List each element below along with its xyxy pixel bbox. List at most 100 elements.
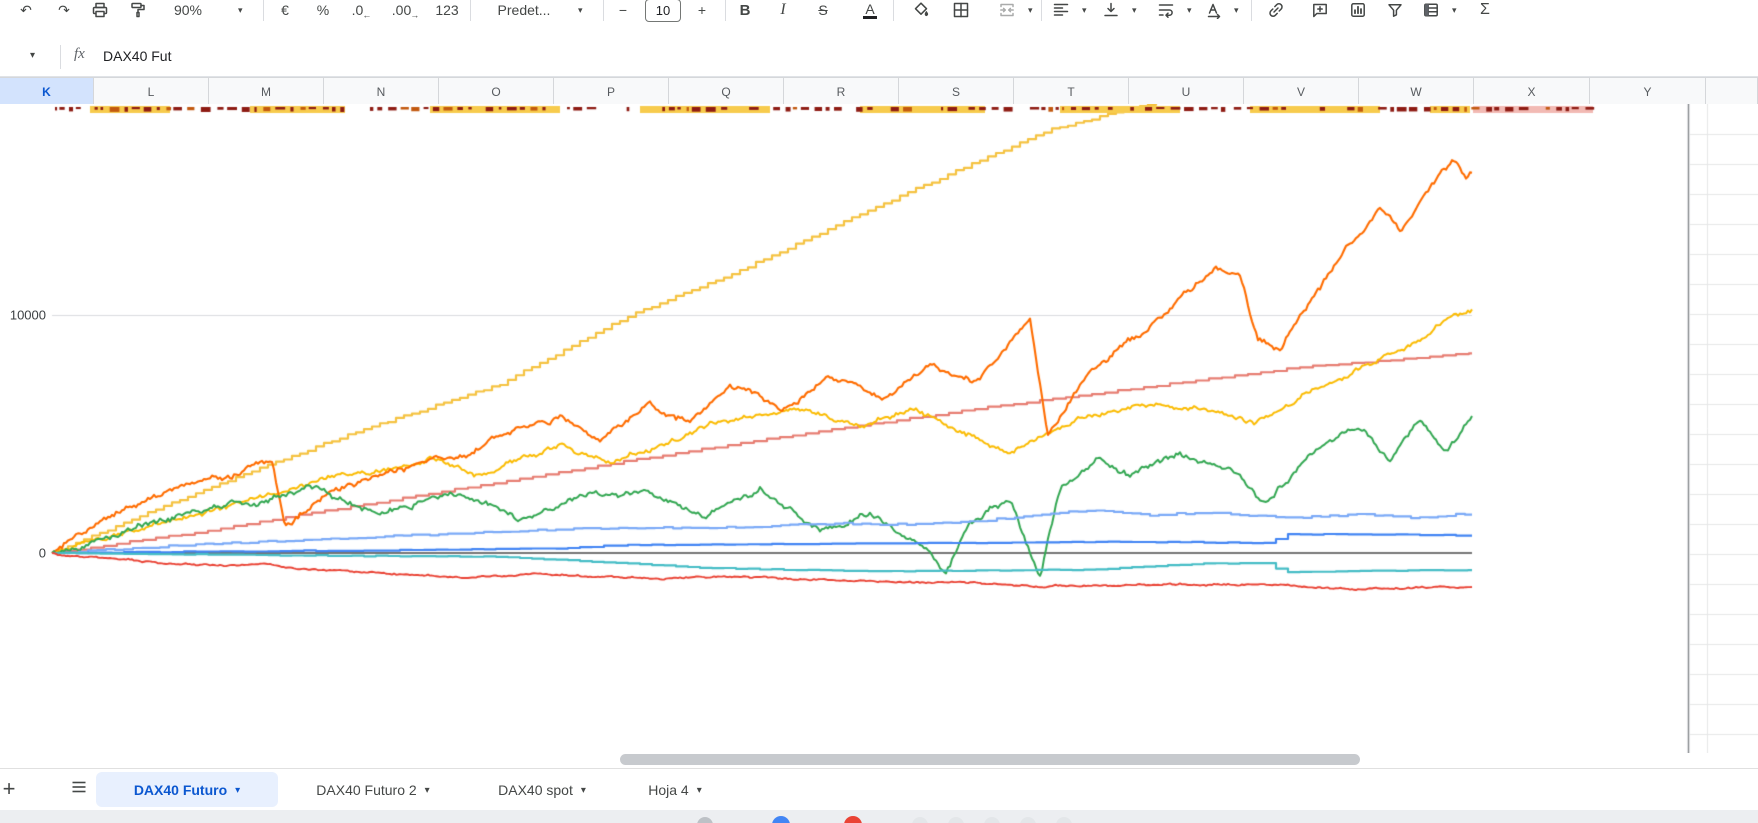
format-percent-label: % <box>316 2 330 18</box>
toolbar-divider <box>893 0 894 21</box>
dock-dot-6 <box>1020 817 1036 823</box>
merge-cells-dropdown-icon[interactable]: ▾ <box>1028 5 1033 16</box>
format-currency-button[interactable]: € <box>271 0 299 24</box>
fx-icon: fx <box>74 46 85 62</box>
add-sheet-button[interactable]: + <box>0 776 22 802</box>
all-sheets-menu-button[interactable] <box>64 776 94 802</box>
insert-chart-icon[interactable] <box>1344 0 1372 24</box>
hamburger-icon <box>70 778 88 801</box>
text-rotation-dropdown-icon[interactable]: ▾ <box>1234 5 1239 16</box>
insert-comment-icon[interactable] <box>1306 0 1334 24</box>
font-size-value[interactable]: 10 <box>645 0 681 22</box>
sheet-tab-label: Hoja 4 <box>648 781 689 798</box>
column-header-W[interactable]: W <box>1359 78 1474 105</box>
paint-format-icon[interactable] <box>124 0 152 24</box>
text-wrapping-icon[interactable] <box>1152 0 1180 24</box>
column-header-Q[interactable]: Q <box>669 78 784 105</box>
more-formats-label: 123 <box>435 2 459 18</box>
column-header-M[interactable]: M <box>209 78 324 105</box>
table-views-icon[interactable] <box>1417 0 1445 24</box>
redo-button[interactable]: ↷ <box>50 0 78 24</box>
increase-font-size-label: + <box>697 2 707 18</box>
redo-label: ↷ <box>58 1 70 18</box>
borders-icon[interactable] <box>947 0 975 24</box>
decrease-decimals-arrow: ← <box>362 10 372 20</box>
column-header-V[interactable]: V <box>1244 78 1359 105</box>
dock-dot-4 <box>948 817 964 823</box>
increase-font-size-button[interactable]: + <box>688 0 716 24</box>
sheet-tab-dax40-spot[interactable]: DAX40 spot ▾ <box>472 772 612 807</box>
horizontal-align-dropdown-icon[interactable]: ▾ <box>1082 5 1087 16</box>
print-icon[interactable] <box>86 0 114 24</box>
functions-button[interactable]: Σ <box>1471 0 1499 24</box>
italic-button[interactable]: I <box>769 0 797 24</box>
undo-button[interactable]: ↶ <box>12 0 40 24</box>
format-currency-label: € <box>281 2 289 18</box>
strikethrough-button[interactable]: S <box>809 0 837 24</box>
insert-link-icon[interactable] <box>1262 0 1290 24</box>
more-formats-button[interactable]: 123 <box>430 0 465 24</box>
column-header-U[interactable]: U <box>1129 78 1244 105</box>
sheet-tab-label: DAX40 Futuro <box>133 781 228 798</box>
sheet-tab-dax40-futuro-2[interactable]: DAX40 Futuro 2 ▾ <box>288 772 458 807</box>
formula-bar: ▾ fx DAX40 Fut <box>0 38 1758 77</box>
embedded-chart[interactable]: 10000 0 <box>0 104 1758 753</box>
horizontal-align-icon[interactable] <box>1047 0 1075 24</box>
bold-label: B <box>739 1 751 19</box>
strikethrough-label: S <box>818 2 828 18</box>
column-header-Y[interactable]: Y <box>1590 78 1706 105</box>
toolbar-divider <box>470 0 471 21</box>
column-header-L[interactable]: L <box>94 78 209 105</box>
font-select-button[interactable]: Predet... <box>480 0 569 24</box>
text-color-label: A <box>863 0 877 19</box>
chart-canvas <box>0 104 1758 753</box>
column-header-K[interactable]: K <box>0 78 94 105</box>
bold-button[interactable]: B <box>731 0 759 24</box>
table-views-dropdown-icon[interactable]: ▾ <box>1452 5 1457 16</box>
font-select-dropdown-icon[interactable]: ▾ <box>578 5 583 16</box>
sheet-tab-dropdown-icon[interactable]: ▾ <box>235 785 240 796</box>
format-percent-button[interactable]: % <box>309 0 337 24</box>
column-header-R[interactable]: R <box>784 78 899 105</box>
create-filter-icon[interactable] <box>1381 0 1409 24</box>
sheet-tab-dax40-futuro[interactable]: DAX40 Futuro ▾ <box>96 772 278 807</box>
toolbar: ↶ ↷ 90% ▾ €% .0 ← .00 → 123 Predet... ▾ − 10 + B I S A ▾ ▾ ▾ ▾… <box>0 0 1758 39</box>
text-rotation-icon[interactable] <box>1200 0 1228 24</box>
horizontal-scrollbar-thumb[interactable] <box>620 754 1360 765</box>
text-wrapping-dropdown-icon[interactable]: ▾ <box>1187 5 1192 16</box>
zoom-select-dropdown-icon[interactable]: ▾ <box>238 5 243 16</box>
increase-decimals-label: .00 <box>391 2 412 18</box>
toolbar-divider <box>1251 0 1252 21</box>
undo-label: ↶ <box>20 1 32 18</box>
vertical-align-icon[interactable] <box>1097 0 1125 24</box>
increase-decimals-button[interactable]: .00 → <box>389 0 424 24</box>
dock-dot-3 <box>912 817 928 823</box>
sheet-tab-dropdown-icon[interactable]: ▾ <box>425 785 430 796</box>
decrease-decimals-button[interactable]: .0 ← <box>348 0 376 24</box>
dock-dot-0 <box>697 817 713 823</box>
column-header-partial[interactable] <box>1706 78 1758 105</box>
column-header-N[interactable]: N <box>324 78 439 105</box>
sheet-tab-dropdown-icon[interactable]: ▾ <box>697 785 702 796</box>
decrease-font-size-label: − <box>618 2 628 18</box>
column-header-O[interactable]: O <box>439 78 554 105</box>
column-header-P[interactable]: P <box>554 78 669 105</box>
font-size-button[interactable]: 10 <box>645 0 681 24</box>
merge-cells-icon <box>993 0 1021 24</box>
formula-input[interactable]: DAX40 Fut <box>103 48 171 64</box>
column-header-T[interactable]: T <box>1014 78 1129 105</box>
toolbar-divider <box>725 0 726 21</box>
text-color-button[interactable]: A <box>856 0 884 24</box>
decrease-font-size-button[interactable]: − <box>609 0 637 24</box>
column-header-S[interactable]: S <box>899 78 1014 105</box>
increase-decimals-arrow: → <box>410 10 420 20</box>
fill-color-icon[interactable] <box>907 0 935 24</box>
vertical-align-dropdown-icon[interactable]: ▾ <box>1132 5 1137 16</box>
name-box-dropdown-icon[interactable]: ▾ <box>30 50 35 61</box>
column-header-X[interactable]: X <box>1474 78 1590 105</box>
sheet-tab-dropdown-icon[interactable]: ▾ <box>581 785 586 796</box>
bottom-edge-strip <box>0 810 1758 823</box>
zoom-select-button[interactable]: 90% <box>171 0 206 24</box>
sheet-tab-hoja-4[interactable]: Hoja 4 ▾ <box>628 772 722 807</box>
dock-dot-7 <box>1056 817 1072 823</box>
